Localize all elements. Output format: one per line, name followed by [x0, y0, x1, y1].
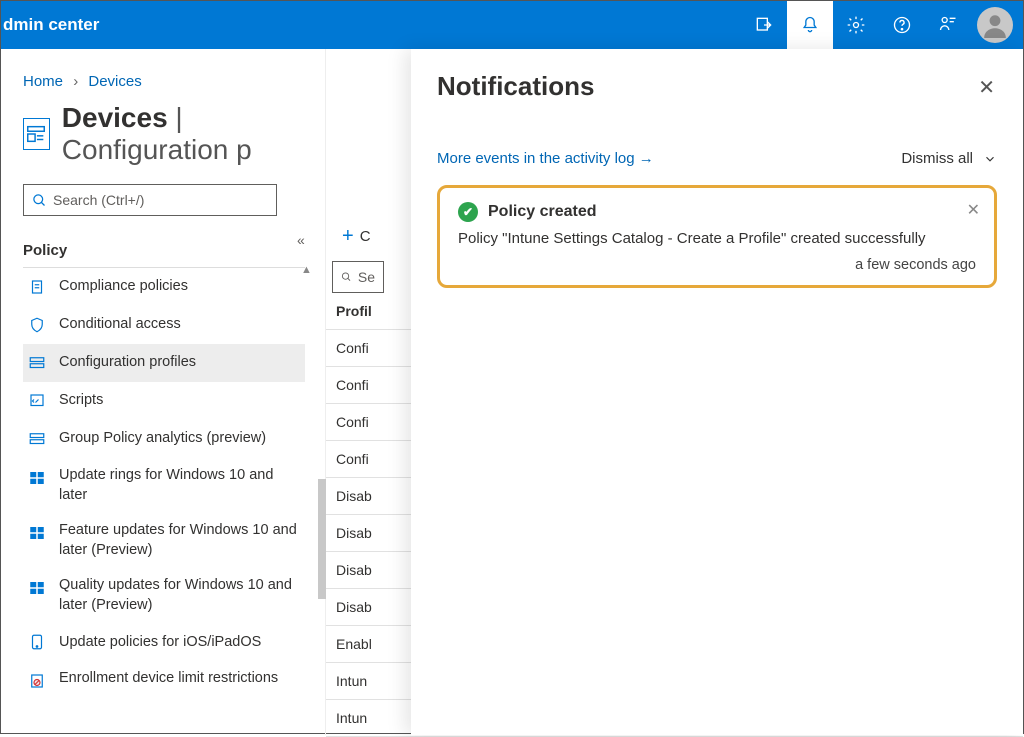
breadcrumb-home[interactable]: Home	[23, 73, 63, 90]
sidebar-item-label: Scripts	[59, 391, 103, 411]
app-title: dmin center	[1, 15, 99, 35]
shield-icon	[27, 315, 47, 335]
sidebar-item-update-policies-for-ios-ipados[interactable]: Update policies for iOS/iPadOS	[23, 623, 305, 661]
bell-icon[interactable]	[787, 1, 833, 49]
sidebar-item-label: Group Policy analytics (preview)	[59, 429, 266, 449]
breadcrumb-devices[interactable]: Devices	[88, 73, 141, 90]
ipad-icon	[27, 632, 47, 652]
collapse-icon[interactable]: «	[297, 232, 305, 248]
close-icon[interactable]: ✕	[978, 75, 995, 100]
devices-page-icon	[23, 118, 50, 150]
scroll-up-icon[interactable]: ▲	[301, 264, 312, 276]
sidebar-item-label: Conditional access	[59, 315, 181, 335]
arrow-right-icon: →	[639, 150, 654, 167]
sidebar-item-group-policy-analytics-preview[interactable]: Group Policy analytics (preview)	[23, 420, 305, 458]
page-title: Devices | Configuration p	[62, 102, 325, 166]
section-policy: Policy	[23, 216, 305, 268]
sidebar-item-quality-updates-for-windows-10-and-later-preview[interactable]: Quality updates for Windows 10 and later…	[23, 568, 305, 623]
list-search-placeholder: Se	[358, 269, 375, 285]
sidebar-item-label: Feature updates for Windows 10 and later…	[59, 521, 305, 560]
toast-close-icon[interactable]: ✕	[967, 200, 980, 220]
sidebar-item-label: Update policies for iOS/iPadOS	[59, 633, 261, 653]
restrict-icon	[27, 671, 47, 691]
toast-timestamp: a few seconds ago	[458, 247, 976, 273]
sidebar-item-feature-updates-for-windows-10-and-later-preview[interactable]: Feature updates for Windows 10 and later…	[23, 513, 305, 568]
sidebar-item-label: Configuration profiles	[59, 353, 196, 373]
windows-icon	[27, 578, 47, 598]
sidebar-item-label: Update rings for Windows 10 and later	[59, 466, 305, 505]
list-search-input[interactable]: Se	[332, 261, 384, 293]
toast-notification: ✕ ✔ Policy created Policy "Intune Settin…	[437, 185, 997, 288]
feedback-icon[interactable]	[925, 1, 971, 49]
search-input[interactable]: Search (Ctrl+/)	[23, 184, 277, 216]
profiles-icon	[27, 353, 47, 373]
check-circle-icon: ✔	[458, 202, 478, 222]
search-placeholder: Search (Ctrl+/)	[53, 192, 144, 208]
windows-icon	[27, 468, 47, 488]
sidebar-item-label: Quality updates for Windows 10 and later…	[59, 576, 305, 615]
export-icon[interactable]	[741, 1, 787, 49]
scrollbar[interactable]	[318, 479, 326, 599]
script-icon	[27, 391, 47, 411]
panel-title: Notifications	[437, 71, 997, 102]
dismiss-all-button[interactable]: Dismiss all	[901, 150, 997, 167]
activity-log-link[interactable]: More events in the activity log →	[437, 150, 654, 167]
chevron-right-icon: ›	[67, 73, 84, 90]
toast-body: Policy "Intune Settings Catalog - Create…	[458, 222, 976, 247]
sidebar-item-update-rings-for-windows-10-and-later[interactable]: Update rings for Windows 10 and later	[23, 458, 305, 513]
plus-icon: +	[342, 225, 354, 248]
avatar[interactable]	[977, 7, 1013, 43]
profiles-icon	[27, 429, 47, 449]
sidebar-item-conditional-access[interactable]: Conditional access	[23, 306, 305, 344]
windows-icon	[27, 523, 47, 543]
clipboard-icon	[27, 277, 47, 297]
chevron-down-icon	[983, 152, 997, 166]
help-icon[interactable]	[879, 1, 925, 49]
sidebar-item-label: Enrollment device limit restrictions	[59, 669, 278, 689]
sidebar-item-label: Compliance policies	[59, 277, 188, 297]
breadcrumb: Home › Devices	[23, 49, 325, 102]
sidebar-item-scripts[interactable]: Scripts	[23, 382, 305, 420]
sidebar-item-enrollment-device-limit-restrictions[interactable]: Enrollment device limit restrictions	[23, 661, 305, 699]
sidebar-item-compliance-policies[interactable]: Compliance policies	[23, 268, 305, 306]
create-label: C	[360, 228, 371, 245]
notifications-panel: Notifications ✕ More events in the activ…	[411, 49, 1023, 735]
toast-title: Policy created	[488, 203, 597, 221]
gear-icon[interactable]	[833, 1, 879, 49]
create-button[interactable]: + C	[342, 225, 371, 248]
sidebar-item-configuration-profiles[interactable]: Configuration profiles	[23, 344, 305, 382]
